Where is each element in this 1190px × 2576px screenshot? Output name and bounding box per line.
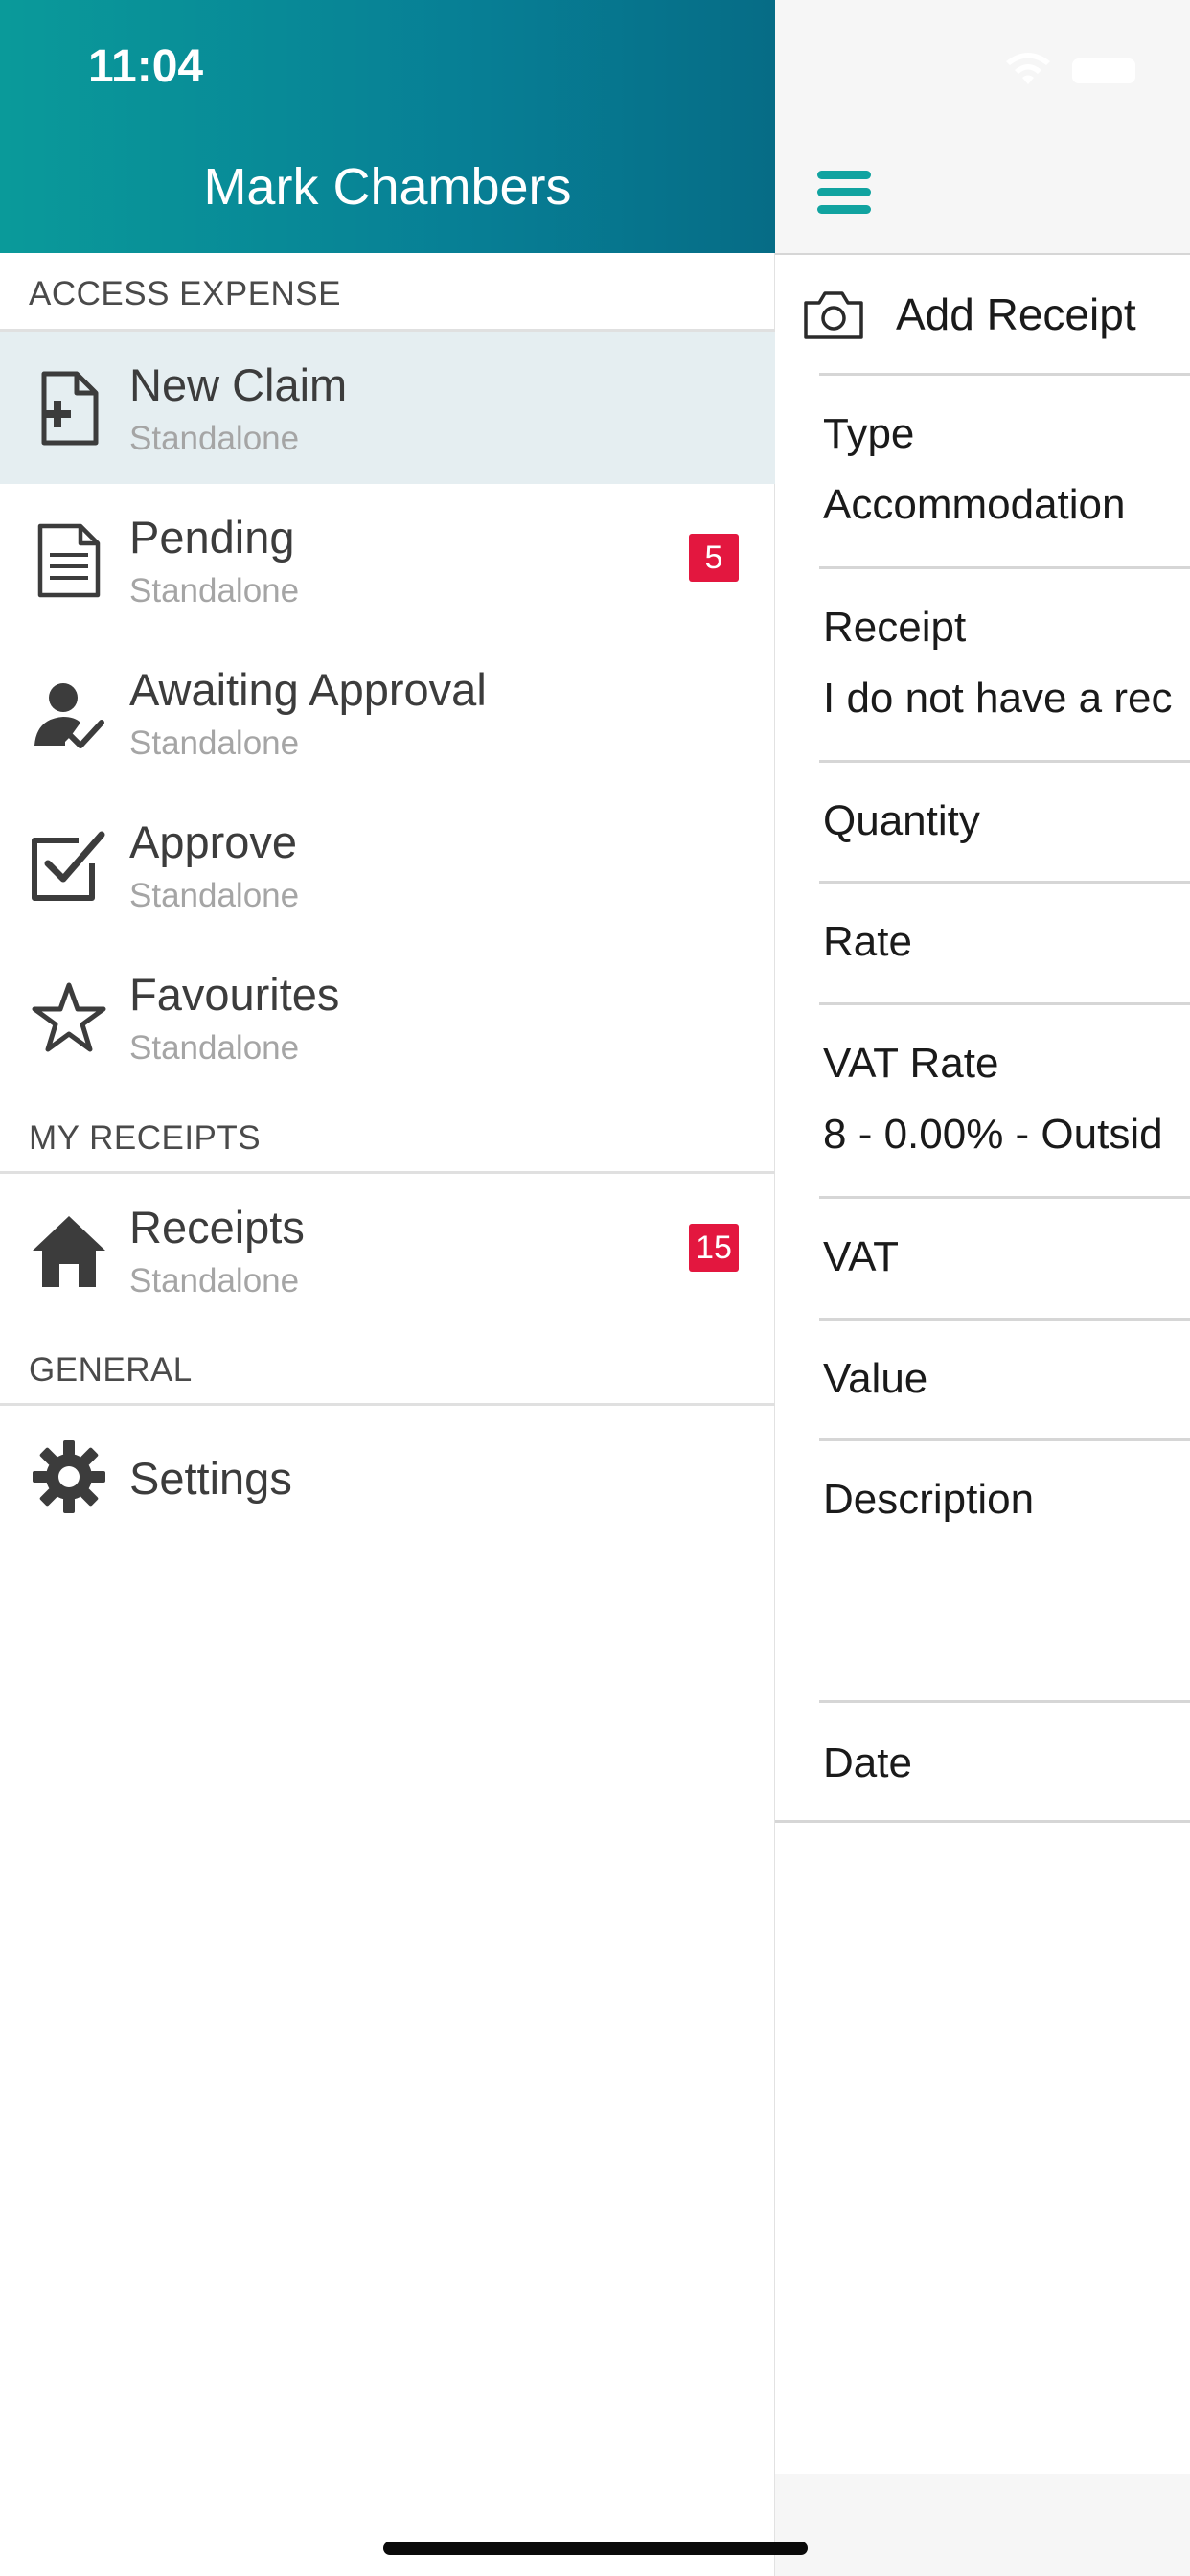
menu-item-receipts[interactable]: Receipts Standalone 15 <box>0 1174 775 1326</box>
description-field[interactable]: Description <box>775 1441 1190 1703</box>
receipt-field[interactable]: Receipt I do not have a rec <box>775 569 1190 763</box>
battery-icon <box>1072 58 1135 83</box>
menu-item-favourites[interactable]: Favourites Standalone <box>0 941 775 1093</box>
value-field[interactable]: Value <box>775 1321 1190 1441</box>
vat-rate-label: VAT Rate <box>823 1040 999 1087</box>
menu-item-approve[interactable]: Approve Standalone <box>0 789 775 941</box>
menu-item-sublabel: Standalone <box>129 420 300 457</box>
drawer-header: 11:04 Mark Chambers <box>0 0 775 253</box>
quantity-label: Quantity <box>823 797 980 844</box>
menu-item-sublabel: Standalone <box>129 877 300 914</box>
vat-label: VAT <box>823 1233 900 1280</box>
menu-item-sublabel: Standalone <box>129 572 300 610</box>
type-label: Type <box>823 410 915 457</box>
rate-label: Rate <box>823 918 912 965</box>
quantity-field[interactable]: Quantity <box>775 763 1190 884</box>
menu-item-sublabel: Standalone <box>129 724 300 762</box>
add-receipt-label: Add Receipt <box>896 289 1136 339</box>
menu-item-sublabel: Standalone <box>129 1029 300 1067</box>
wifi-icon <box>1006 53 1050 84</box>
gear-icon <box>33 1440 105 1513</box>
value-label: Value <box>823 1355 928 1402</box>
type-value: Accommodation <box>823 481 1126 528</box>
home-indicator[interactable] <box>383 2542 808 2555</box>
menu-item-label: Awaiting Approval <box>129 664 487 715</box>
menu-item-label: New Claim <box>129 359 348 410</box>
star-icon <box>32 982 106 1052</box>
vat-rate-value: 8 - 0.00% - Outsid <box>823 1111 1163 1158</box>
menu-item-awaiting-approval[interactable]: Awaiting Approval Standalone <box>0 636 775 789</box>
home-icon <box>33 1216 105 1287</box>
menu-item-settings[interactable]: Settings <box>0 1406 775 1558</box>
menu-item-new-claim[interactable]: New Claim Standalone <box>0 332 775 484</box>
menu-item-pending[interactable]: Pending Standalone 5 <box>0 484 775 636</box>
date-label: Date <box>823 1739 912 1786</box>
camera-icon <box>804 291 863 339</box>
vat-field[interactable]: VAT <box>775 1199 1190 1321</box>
section-title-my-receipts: MY RECEIPTS <box>29 1119 262 1157</box>
menu-item-label: Receipts <box>129 1202 305 1253</box>
add-receipt-button[interactable]: Add Receipt <box>775 255 1190 374</box>
checkbox-icon <box>32 831 105 901</box>
nav-bar <box>775 0 1190 254</box>
document-icon <box>37 523 101 598</box>
section-title-general: GENERAL <box>29 1351 193 1389</box>
rate-field[interactable]: Rate <box>775 884 1190 1005</box>
description-label: Description <box>823 1476 1035 1523</box>
receipt-value: I do not have a rec <box>823 675 1173 722</box>
new-claim-icon <box>41 371 99 446</box>
date-field[interactable]: Date <box>775 1703 1190 1823</box>
pending-count-badge: 5 <box>689 534 739 582</box>
menu-item-sublabel: Standalone <box>129 1262 300 1300</box>
user-name: Mark Chambers <box>203 158 572 216</box>
vat-rate-field[interactable]: VAT Rate 8 - 0.00% - Outsid <box>775 1005 1190 1199</box>
menu-item-label: Approve <box>129 816 298 867</box>
menu-item-label: Favourites <box>129 969 340 1020</box>
section-title-access-expense: ACCESS EXPENSE <box>29 275 341 312</box>
menu-item-label: Pending <box>129 512 295 563</box>
new-claim-form-panel: Add Receipt Type Accommodation Receipt I… <box>775 0 1190 2576</box>
status-time: 11:04 <box>88 41 204 92</box>
receipt-label: Receipt <box>823 604 967 651</box>
type-field[interactable]: Type Accommodation <box>775 376 1190 569</box>
receipts-count-badge: 15 <box>689 1224 739 1272</box>
person-check-icon <box>34 683 104 748</box>
bottom-bar <box>775 2474 1190 2576</box>
hamburger-menu-button[interactable] <box>817 171 871 215</box>
navigation-drawer: 11:04 Mark Chambers ACCESS EXPENSE New C… <box>0 0 775 2576</box>
menu-item-label: Settings <box>129 1453 292 1504</box>
